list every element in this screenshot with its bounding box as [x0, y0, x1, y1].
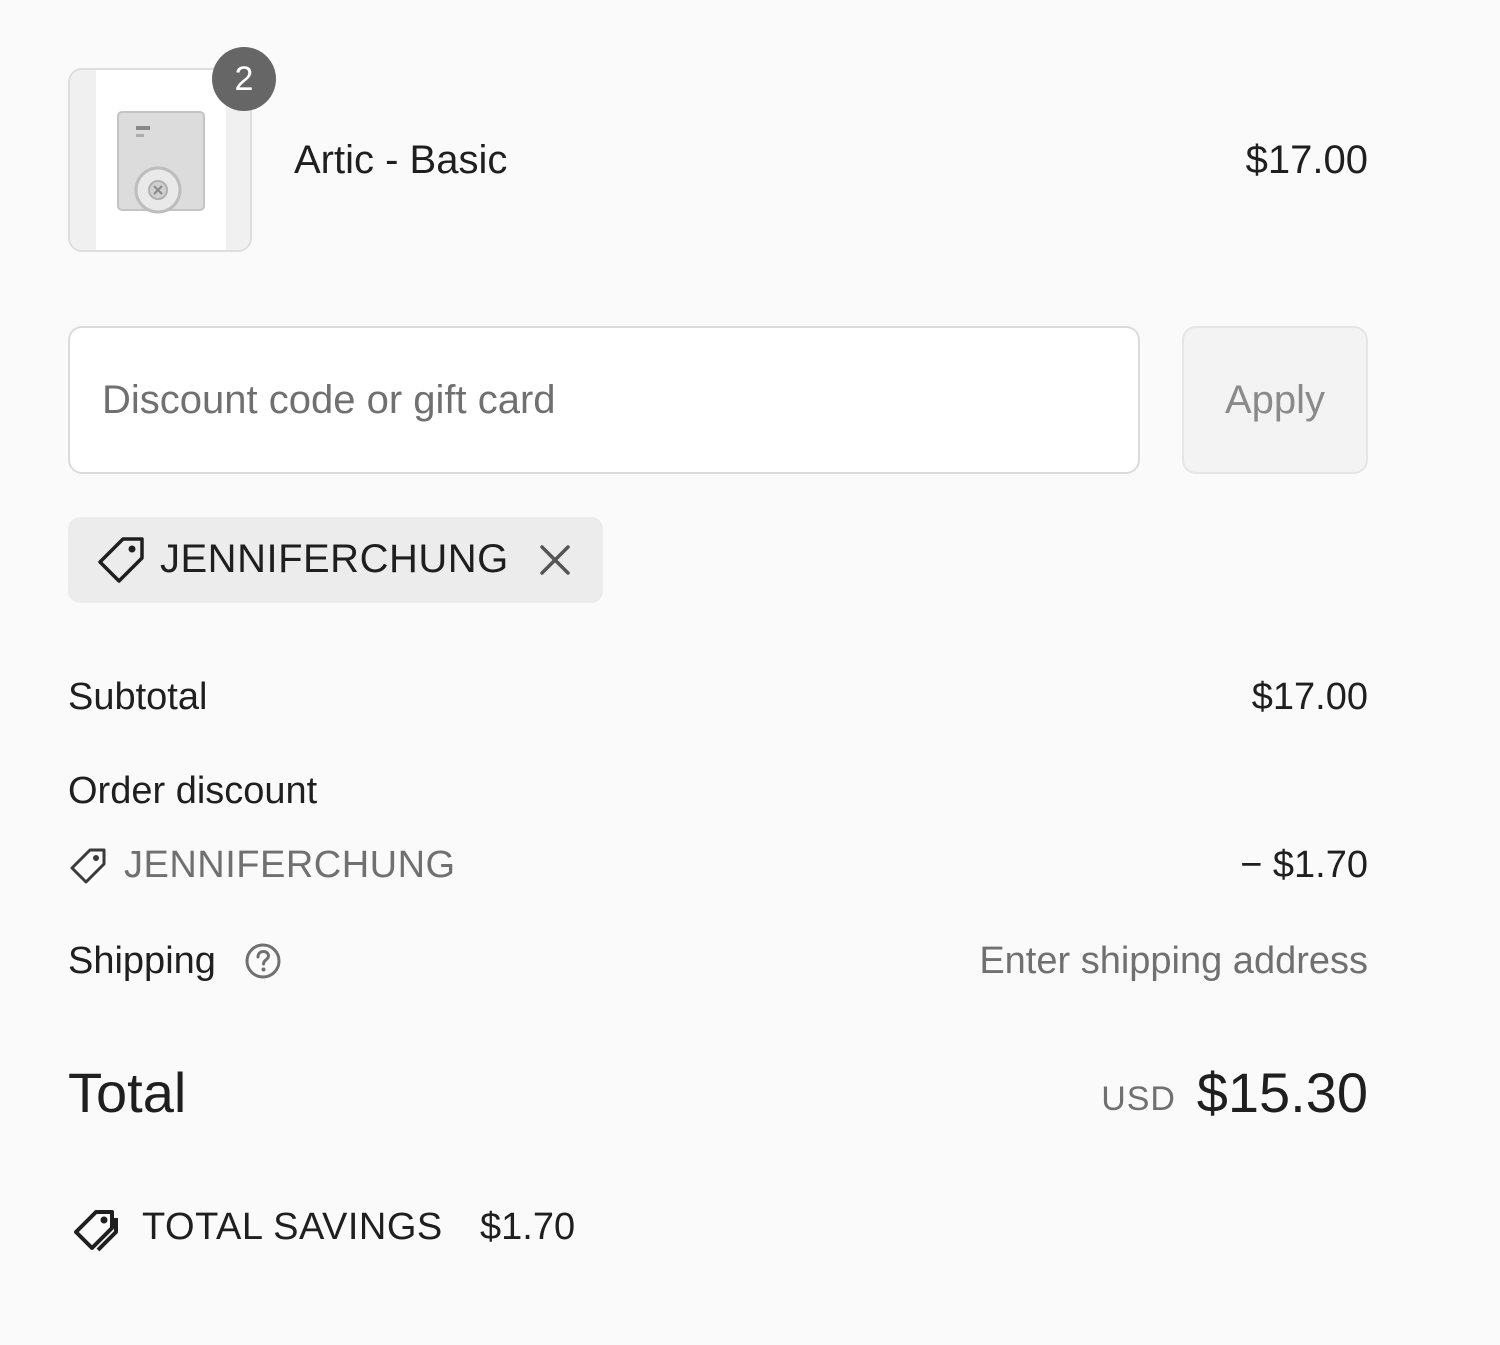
total-savings-label: TOTAL SAVINGS	[142, 1206, 443, 1248]
shipping-value: Enter shipping address	[979, 940, 1368, 982]
tag-icon	[98, 537, 144, 583]
discount-code-input[interactable]	[68, 326, 1140, 474]
cart-line-item: 2 Artic - Basic $17.00	[68, 47, 1368, 254]
order-discount-label: Order discount	[68, 770, 318, 812]
product-title: Artic - Basic	[294, 138, 508, 182]
apply-discount-button[interactable]: Apply	[1182, 326, 1368, 474]
product-box-icon	[117, 111, 205, 214]
help-icon[interactable]	[244, 942, 282, 980]
applied-discount-chip: JENNIFERCHUNG	[68, 517, 603, 603]
order-discount-code: JENNIFERCHUNG	[124, 844, 456, 886]
total-savings-amount: $1.70	[480, 1206, 576, 1248]
quantity-badge: 2	[212, 47, 276, 111]
applied-discount-code: JENNIFERCHUNG	[160, 537, 509, 581]
total-currency: USD	[1101, 1080, 1176, 1118]
subtotal-value: $17.00	[1251, 676, 1368, 718]
shipping-label: Shipping	[68, 940, 216, 982]
total-amount: $15.30	[1196, 1061, 1368, 1124]
product-price: $17.00	[1245, 138, 1368, 182]
tag-icon	[70, 848, 106, 884]
order-discount-value: − $1.70	[1240, 844, 1368, 886]
total-label: Total	[68, 1061, 187, 1124]
close-icon[interactable]	[536, 541, 574, 579]
subtotal-label: Subtotal	[68, 676, 208, 718]
product-image	[96, 70, 226, 250]
savings-tag-icon	[74, 1210, 118, 1252]
